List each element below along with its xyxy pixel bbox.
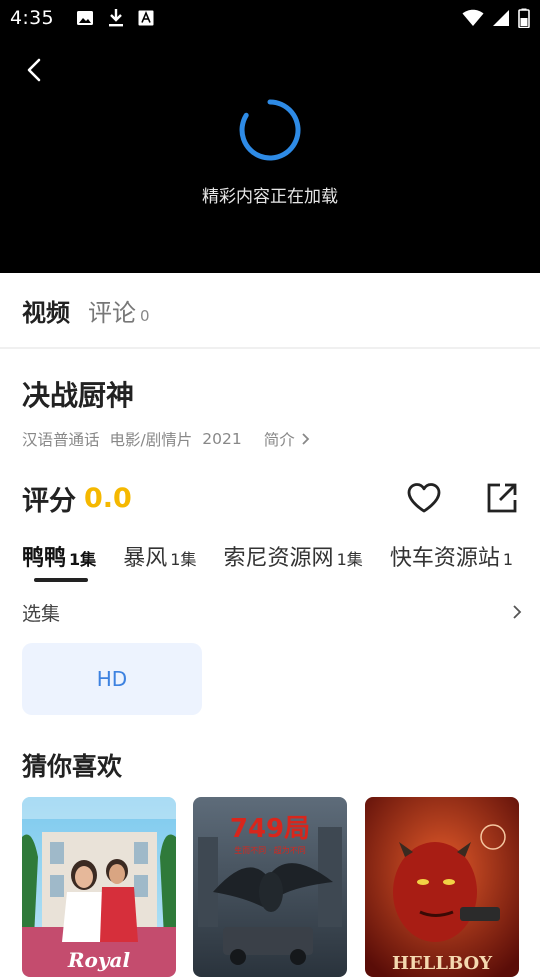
content-tabs: 视频 评论 0 [0, 273, 540, 349]
poster-card[interactable]: Royal [22, 797, 176, 977]
rating-label: 评分 [22, 485, 76, 517]
accessibility-a-icon [138, 10, 154, 26]
poster-image: Royal [22, 797, 176, 977]
source-count: 1 [502, 550, 514, 569]
source-tab-kuaiche[interactable]: 快车资源站 1 [390, 540, 513, 572]
episodes-label: 选集 [22, 602, 61, 625]
source-count: 1集 [170, 550, 197, 569]
svg-text:749局: 749局 [230, 814, 310, 844]
movie-genre: 电影/剧情片 [109, 431, 193, 449]
back-button[interactable] [18, 54, 50, 86]
tab-comment[interactable]: 评论 0 [88, 293, 150, 328]
signal-icon [493, 10, 509, 26]
source-count: 1集 [69, 550, 97, 569]
image-icon [76, 11, 93, 25]
chevron-right-icon [302, 433, 309, 445]
intro-label: 简介 [263, 431, 295, 449]
source-tabs: 鸭鸭 1集 暴风 1集 索尼资源网 1集 快车资源站 1 [22, 540, 540, 586]
intro-button[interactable]: 简介 [264, 428, 310, 450]
movie-title: 决战厨神 [22, 379, 135, 412]
svg-text:HELLBOY: HELLBOY [392, 953, 493, 974]
share-button[interactable] [482, 478, 522, 518]
battery-icon [518, 8, 530, 28]
movie-year: 2021 [202, 430, 242, 448]
source-tab-baofeng[interactable]: 暴风 1集 [123, 540, 196, 572]
recommend-list: Royal 749局 生而不同 · 超为不同 HELLBOY [22, 797, 522, 977]
episodes-header[interactable]: 选集 [22, 598, 522, 626]
recommend-title: 猜你喜欢 [22, 752, 123, 781]
poster-image: HELLBOY [365, 797, 519, 977]
status-bar: 4:35 [0, 0, 540, 36]
episode-chip-hd[interactable]: HD [22, 643, 202, 715]
source-name: 暴风 [123, 546, 168, 571]
loading-text: 精彩内容正在加载 [202, 187, 338, 207]
download-icon [108, 9, 123, 27]
chevron-right-icon [513, 605, 522, 619]
heart-icon [407, 483, 441, 513]
rating-value: 0.0 [84, 482, 132, 514]
wifi-icon [462, 9, 484, 26]
status-time: 4:35 [10, 7, 54, 29]
back-arrow-icon [27, 58, 41, 82]
source-name: 快车资源站 [389, 546, 500, 571]
active-tab-indicator [34, 578, 88, 582]
svg-text:生而不同 · 超为不同: 生而不同 · 超为不同 [234, 845, 306, 855]
poster-card[interactable]: HELLBOY [365, 797, 519, 977]
poster-card[interactable]: 749局 生而不同 · 超为不同 [193, 797, 347, 977]
tab-comment-label: 评论 [88, 298, 136, 327]
status-icons-right [462, 8, 530, 28]
source-count: 1集 [336, 550, 363, 569]
tab-video[interactable]: 视频 [22, 293, 70, 328]
comment-count: 0 [140, 306, 150, 325]
movie-language: 汉语普通话 [22, 431, 100, 449]
movie-meta: 汉语普通话 电影/剧情片 2021 简介 [22, 428, 310, 450]
poster-image: 749局 生而不同 · 超为不同 [193, 797, 347, 977]
loading-spinner-icon [239, 99, 301, 161]
favorite-button[interactable] [404, 478, 444, 518]
status-icons-left [76, 8, 154, 28]
source-tab-yaya[interactable]: 鸭鸭 1集 [22, 540, 97, 582]
source-name: 鸭鸭 [22, 546, 67, 571]
rating-row: 评分 0.0 [22, 478, 522, 518]
video-player[interactable]: 精彩内容正在加载 [0, 36, 540, 273]
share-icon [487, 483, 517, 513]
source-name: 索尼资源网 [223, 546, 334, 571]
source-tab-sony[interactable]: 索尼资源网 1集 [224, 540, 363, 572]
svg-text:Royal: Royal [67, 948, 131, 972]
